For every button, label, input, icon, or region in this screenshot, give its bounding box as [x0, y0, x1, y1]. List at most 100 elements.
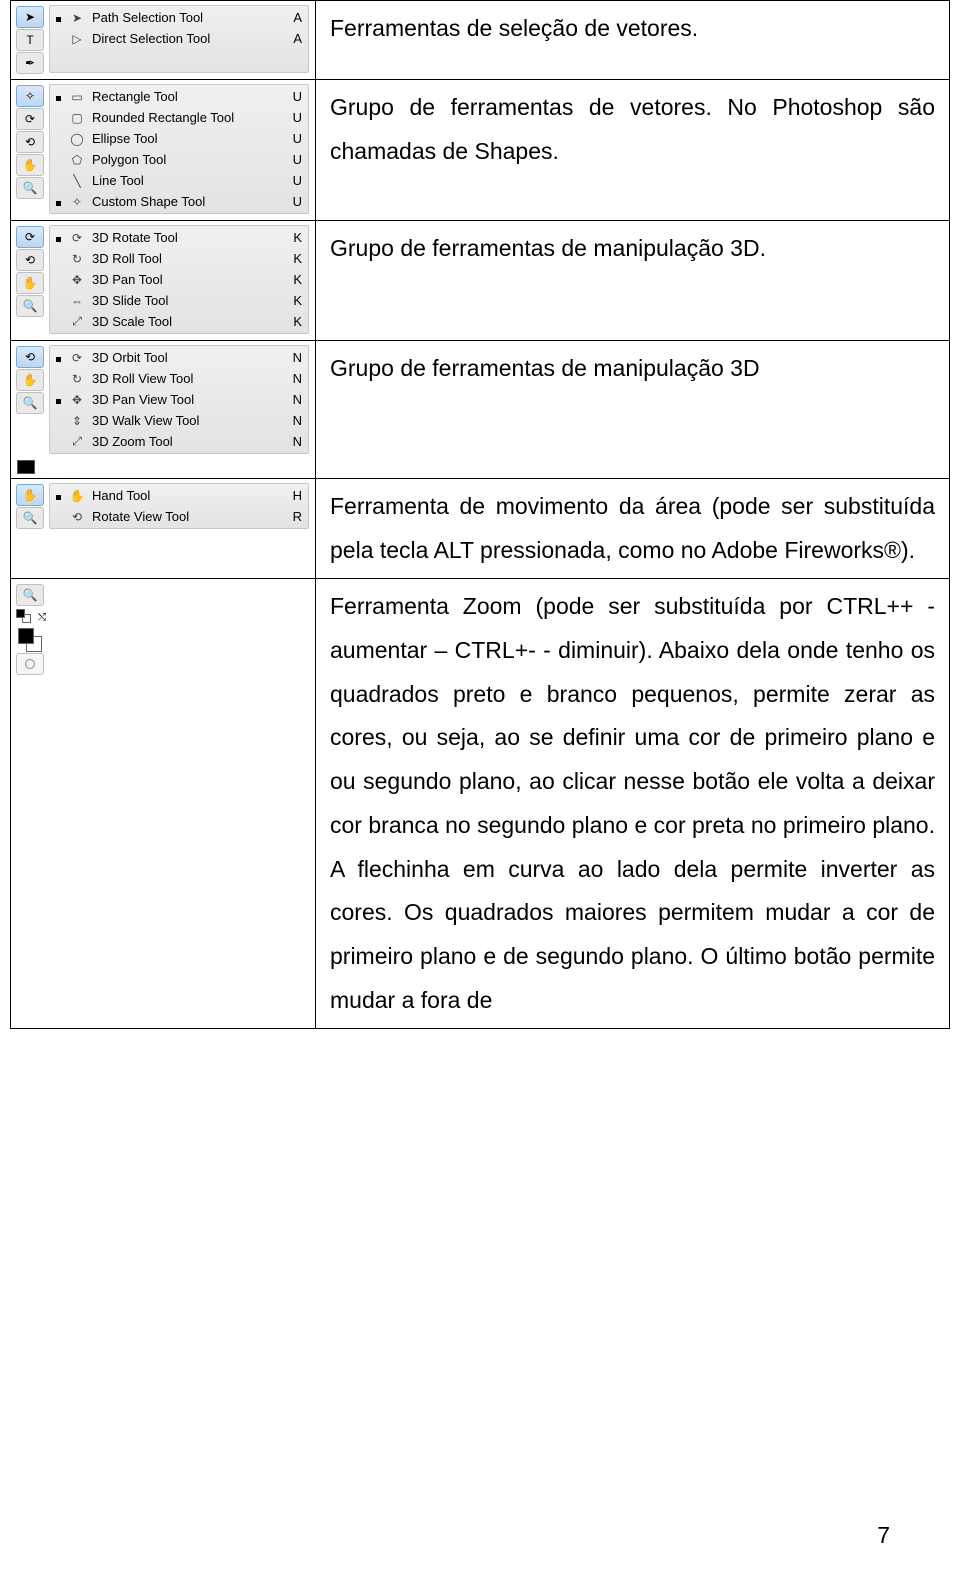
hand-icon: ✋	[23, 488, 38, 502]
zoom-tool-button[interactable]: 🔍	[16, 584, 44, 606]
toolbar-slot[interactable]: ✋	[16, 484, 44, 506]
polygon-icon: ⬠	[68, 153, 86, 167]
toolbar-slot[interactable]: ⟲	[16, 346, 44, 368]
panel-cell-zoom: 🔍 ⤭	[11, 579, 316, 1029]
custom-shape-icon: ✧	[68, 195, 86, 209]
flyout-item[interactable]: ↻ 3D Roll View Tool N	[50, 368, 308, 389]
toolbar: ✋🔍	[15, 483, 45, 531]
toolbar-slot[interactable]: 🔍	[16, 295, 44, 317]
flyout-item-shortcut: K	[288, 272, 302, 287]
flyout-item[interactable]: ⬠Polygon ToolU	[50, 149, 308, 170]
quickmask-button[interactable]	[16, 653, 44, 675]
flyout-item-shortcut: N	[288, 371, 302, 386]
flyout-item-shortcut: K	[288, 314, 302, 329]
quickmask-icon	[25, 659, 35, 669]
flyout-item[interactable]: ✧Custom Shape ToolU	[50, 191, 308, 212]
toolbar-slot[interactable]: ✋	[16, 369, 44, 391]
toolbar-slot[interactable]: ✋	[16, 154, 44, 176]
color-swatches[interactable]	[16, 626, 42, 652]
toolbar-slot[interactable]: ✒	[16, 52, 44, 74]
desc-shapes: Grupo de ferramentas de vetores. No Phot…	[316, 80, 950, 221]
flyout-item[interactable]: ▢Rounded Rectangle ToolU	[50, 107, 308, 128]
toolbar-slot[interactable]: ➤	[16, 6, 44, 28]
flyout-item[interactable]: ⤢3D Scale ToolK	[50, 311, 308, 332]
3d-orbit-icon: ⟲	[25, 253, 35, 267]
3d-pan-icon: ✥	[68, 273, 86, 287]
flyout-item-label: Custom Shape Tool	[92, 194, 282, 209]
flyout-item[interactable]: ⟳3D Rotate ToolK	[50, 227, 308, 248]
zoom-icon: 🔍	[23, 299, 38, 313]
flyout-item-label: 3D Roll View Tool	[92, 371, 282, 386]
flyout-item[interactable]: ✥3D Pan View ToolN	[50, 389, 308, 410]
custom-shape-icon: ✧	[25, 89, 35, 103]
hand-icon: ✋	[23, 276, 38, 290]
desc-3d-obj: Grupo de ferramentas de manipulação 3D.	[316, 221, 950, 341]
hand-icon: ✋	[23, 158, 38, 172]
flyout-shapes[interactable]: ▭Rectangle ToolU▢Rounded Rectangle ToolU…	[49, 84, 309, 214]
flyout-item-shortcut: U	[288, 131, 302, 146]
flyout-path[interactable]: ➤Path Selection ToolA▷Direct Selection T…	[49, 5, 309, 73]
foreground-color-swatch[interactable]	[18, 628, 34, 644]
toolbar-slot[interactable]: ⟳	[16, 226, 44, 248]
flyout-3d-obj[interactable]: ⟳3D Rotate ToolK↻3D Roll ToolK✥3D Pan To…	[49, 225, 309, 334]
toolbar-slot[interactable]: 🔍	[16, 177, 44, 199]
flyout-item[interactable]: ╲Line ToolU	[50, 170, 308, 191]
3d-orbit-icon: ⟲	[25, 350, 35, 364]
active-dot-icon	[54, 392, 62, 407]
flyout-item[interactable]: ◯Ellipse ToolU	[50, 128, 308, 149]
flyout-item[interactable]: ↻3D Roll ToolK	[50, 248, 308, 269]
flyout-item[interactable]: ✋Hand ToolH	[50, 485, 308, 506]
flyout-item[interactable]: ➤Path Selection ToolA	[50, 7, 308, 28]
flyout-item[interactable]: ▭Rectangle ToolU	[50, 86, 308, 107]
zoom-icon: 🔍	[23, 181, 38, 195]
3d-roll-icon: ↻	[68, 252, 86, 266]
flyout-item-label: Line Tool	[92, 173, 282, 188]
flyout-item-label: Ellipse Tool	[92, 131, 282, 146]
flyout-item[interactable]: ⤢3D Zoom ToolN	[50, 431, 308, 452]
flyout-item[interactable]: ⟳3D Orbit ToolN	[50, 347, 308, 368]
flyout-hand[interactable]: ✋Hand ToolH⟲Rotate View ToolR	[49, 483, 309, 529]
flyout-item-label: 3D Orbit Tool	[92, 350, 282, 365]
zoom-icon: 🔍	[23, 588, 38, 602]
toolbar-slot[interactable]: ✋	[16, 272, 44, 294]
active-dot-icon	[54, 194, 62, 209]
flyout-item[interactable]: ⇔3D Slide ToolK	[50, 290, 308, 311]
zoom-icon: 🔍	[23, 396, 38, 410]
toolbar-slot[interactable]: 🔍	[16, 507, 44, 529]
active-dot-icon	[54, 10, 62, 25]
flyout-item[interactable]: ⟲Rotate View ToolR	[50, 506, 308, 527]
flyout-item-label: Rounded Rectangle Tool	[92, 110, 282, 125]
flyout-item-shortcut: U	[288, 173, 302, 188]
3d-scale-icon: ⤢	[68, 314, 86, 329]
flyout-item-label: Direct Selection Tool	[92, 31, 282, 46]
flyout-item-label: Rectangle Tool	[92, 89, 282, 104]
desc-3d-cam: Grupo de ferramentas de manipulação 3D	[316, 341, 950, 479]
flyout-item[interactable]: ⇕3D Walk View ToolN	[50, 410, 308, 431]
toolbar-slot[interactable]: ⟲	[16, 249, 44, 271]
toolbar-panel-3d-cam: ⟲ ✋ 🔍 ⟳3D Orbit ToolN ↻ 3D Roll View Tool N ✥3…	[15, 345, 311, 456]
swap-colors-icon[interactable]: ⤭	[38, 612, 46, 623]
flyout-item[interactable]: ▷Direct Selection ToolA	[50, 28, 308, 49]
toolbar-slot[interactable]: ⟳	[16, 108, 44, 130]
active-dot-icon	[54, 350, 62, 365]
toolbar: ⟲ ✋ 🔍	[15, 345, 45, 456]
toolbar-slot[interactable]: 🔍	[16, 392, 44, 414]
flyout-item-label: Polygon Tool	[92, 152, 282, 167]
flyout-item-label: 3D Slide Tool	[92, 293, 282, 308]
toolbar-slot[interactable]: T	[16, 29, 44, 51]
flyout-item-shortcut: U	[288, 110, 302, 125]
flyout-item-shortcut: N	[288, 434, 302, 449]
flyout-3d-cam[interactable]: ⟳3D Orbit ToolN ↻ 3D Roll View Tool N ✥3D Pa…	[49, 345, 309, 454]
flyout-item-label: 3D Zoom Tool	[92, 434, 282, 449]
toolbar-slot[interactable]: ✧	[16, 85, 44, 107]
toolbar-slot[interactable]: ⟲	[16, 131, 44, 153]
flyout-item[interactable]: ✥3D Pan ToolK	[50, 269, 308, 290]
panel-cell-hand: ✋🔍 ✋Hand ToolH⟲Rotate View ToolR	[11, 479, 316, 579]
toolbar: ⟳ ⟲ ✋ 🔍	[15, 225, 45, 336]
flyout-item-shortcut: A	[288, 10, 302, 25]
flyout-item-shortcut: K	[288, 293, 302, 308]
panel-cell-3d-obj: ⟳ ⟲ ✋ 🔍 ⟳3D Rotate ToolK↻3D Roll ToolK✥3D P…	[11, 221, 316, 341]
3d-roll-view-icon: ↻	[68, 372, 86, 386]
tools-reference-table: ➤T✒ ➤Path Selection ToolA▷Direct Selecti…	[10, 0, 950, 1029]
default-colors-button[interactable]	[16, 609, 36, 625]
